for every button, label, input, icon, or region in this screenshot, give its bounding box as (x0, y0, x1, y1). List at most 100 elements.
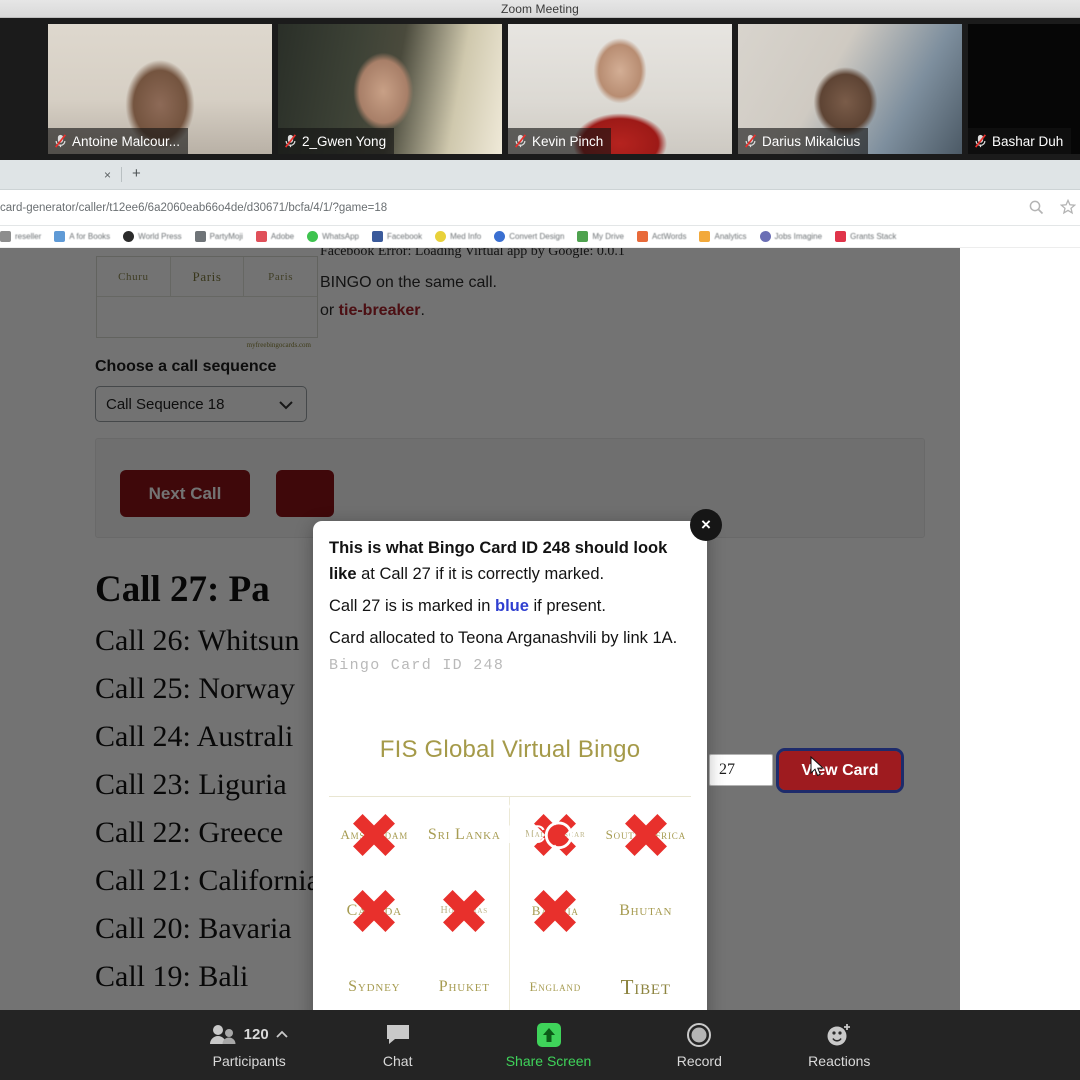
toolbar-label: Share Screen (505, 1052, 592, 1069)
modal-line-1: This is what Bingo Card ID 248 should lo… (329, 535, 691, 587)
bookmark-item[interactable]: Convert Design (494, 231, 564, 242)
chevron-up-icon[interactable] (274, 1029, 290, 1041)
modal-line-1-rest: at Call 27 if it is correctly marked. (356, 565, 605, 584)
bookmark-label: World Press (138, 232, 182, 241)
previous-call-button[interactable] (276, 470, 334, 517)
participant-tile[interactable]: Antoine Malcour... (48, 24, 272, 154)
modal-line-3: Card allocated to Teona Arganashvili by … (329, 629, 678, 648)
zoom-icon[interactable] (1028, 199, 1044, 215)
zoom-toolbar[interactable]: 120 Participants Chat Share Screen Recor… (0, 1010, 1080, 1080)
page-content: Churu Paris Paris myfreebingocards.com F… (0, 248, 1080, 1010)
bookmark-item[interactable]: reseller (0, 231, 41, 242)
participant-name: Antoine Malcour... (72, 133, 181, 149)
bingo-cell-label: England (529, 979, 582, 995)
participant-name-bar: Darius Mikalcius (738, 128, 869, 154)
participant-name-bar: 2_Gwen Yong (278, 128, 395, 154)
card-number-input[interactable]: 27 (709, 754, 773, 786)
marked-x-icon (534, 814, 577, 856)
marked-x-icon (353, 814, 396, 856)
bookmark-favicon (371, 231, 383, 242)
view-card-button[interactable]: View Card (776, 748, 904, 793)
star-icon[interactable] (1060, 199, 1076, 215)
bookmark-item[interactable]: Med Info (435, 231, 481, 242)
bookmark-item[interactable]: Jobs Imagine (759, 231, 823, 242)
participant-filmstrip[interactable]: Antoine Malcour... 2_Gwen Yong Kevin Pin… (0, 18, 1080, 160)
chevron-down-icon (279, 401, 293, 410)
page-note-line-1: BINGO on the same call. (320, 274, 497, 291)
url-text[interactable]: card-generator/caller/t12ee6/6a2060eab66… (0, 202, 387, 214)
new-tab-icon[interactable]: + (132, 166, 141, 181)
bookmark-item[interactable]: Analytics (699, 231, 747, 242)
participant-tile[interactable]: Darius Mikalcius (738, 24, 962, 154)
bookmark-label: Grants Stack (850, 232, 897, 241)
reactions-icon[interactable] (825, 1022, 853, 1048)
toolbar-record[interactable]: Record (667, 1022, 731, 1069)
bookmark-item[interactable]: Facebook (371, 231, 423, 242)
bookmark-label: ActWords (651, 232, 687, 241)
address-bar[interactable]: card-generator/caller/t12ee6/6a2060eab66… (0, 190, 1080, 226)
bingo-cell[interactable]: Bhutan (601, 873, 692, 949)
bookmark-label: Adobe (270, 232, 295, 241)
bookmark-item[interactable]: ActWords (636, 231, 687, 242)
participants-count: 120 (243, 1026, 269, 1043)
bingo-cell[interactable]: Sri Lanka (420, 797, 510, 873)
bingo-cell[interactable]: Canada (329, 873, 420, 949)
toolbar-participants[interactable]: 120 Participants (209, 1022, 290, 1069)
next-call-button[interactable]: Next Call (120, 470, 250, 517)
bingo-cell[interactable]: Amsterdam (329, 797, 420, 873)
bookmark-favicon (577, 231, 589, 242)
mic-muted-icon (284, 134, 297, 148)
mic-muted-icon (744, 134, 757, 148)
bookmark-item[interactable]: World Press (123, 231, 182, 242)
bingo-cell[interactable]: Honduras (420, 873, 510, 949)
record-icon[interactable] (685, 1022, 713, 1048)
bookmark-label: PartyMoji (209, 232, 243, 241)
bookmark-label: Facebook (386, 232, 423, 241)
bookmarks-bar[interactable]: reseller A for Books World Press PartyMo… (0, 226, 1080, 248)
close-icon[interactable]: × (690, 509, 722, 541)
bingo-cell[interactable]: England (510, 949, 601, 1010)
bookmark-item[interactable]: My Drive (577, 231, 624, 242)
bookmark-favicon (835, 231, 847, 242)
bingo-cell[interactable]: South Africa (601, 797, 692, 873)
toolbar-label: Record (676, 1052, 722, 1069)
browser-tab-strip[interactable]: × + (0, 160, 1080, 190)
bingo-cell[interactable]: Bavaria (510, 873, 601, 949)
bingo-cell[interactable]: Phuket (420, 949, 510, 1010)
toolbar-label: Reactions (808, 1052, 871, 1069)
call-sequence-select[interactable]: Call Sequence 18 (95, 386, 307, 422)
bingo-cell[interactable]: Sydney (329, 949, 420, 1010)
participant-tile[interactable]: 2_Gwen Yong (278, 24, 502, 154)
tie-breaker-text: tie-breaker (338, 302, 421, 319)
bookmark-item[interactable]: A for Books (54, 231, 110, 242)
share-screen-icon[interactable] (534, 1022, 564, 1048)
bookmark-item[interactable]: WhatsApp (307, 231, 359, 242)
bingo-cell[interactable]: Tibet (601, 949, 692, 1010)
chat-icon[interactable] (385, 1022, 411, 1048)
bookmark-favicon (255, 231, 267, 242)
marked-x-icon (534, 890, 577, 932)
participant-name: Bashar Duh (992, 133, 1064, 149)
participant-tile[interactable]: Bashar Duh (968, 24, 1080, 154)
bookmark-label: Jobs Imagine (774, 232, 823, 241)
omnibar-actions[interactable] (1028, 199, 1076, 215)
bookmark-favicon (123, 231, 135, 242)
bookmark-item[interactable]: Adobe (255, 231, 295, 242)
bookmark-item[interactable]: Grants Stack (835, 231, 896, 242)
bingo-cell[interactable]: Madagascar (510, 797, 601, 873)
toolbar-reactions[interactable]: Reactions (807, 1022, 871, 1069)
toolbar-chat[interactable]: Chat (366, 1022, 430, 1069)
toolbar-share-screen[interactable]: Share Screen (505, 1022, 592, 1069)
participant-name: Darius Mikalcius (762, 133, 861, 149)
screen: Zoom Meeting Antoine Malcour... 2_Gwen Y… (0, 0, 1080, 1080)
participant-name: Kevin Pinch (532, 133, 604, 149)
bingo-card: FIS Global Virtual Bingo Amsterdam Sri L… (329, 736, 691, 1010)
participant-tile[interactable]: Kevin Pinch (508, 24, 732, 154)
bookmark-item[interactable]: PartyMoji (194, 231, 243, 242)
participants-icon[interactable]: 120 (209, 1022, 290, 1048)
close-tab-icon[interactable]: × (104, 168, 111, 182)
page-banner-text: Facebook Error: Loading Virtual app by G… (320, 248, 625, 259)
marked-x-icon (624, 814, 667, 856)
toolbar-label: Participants (212, 1052, 286, 1069)
bookmark-favicon (194, 231, 206, 242)
